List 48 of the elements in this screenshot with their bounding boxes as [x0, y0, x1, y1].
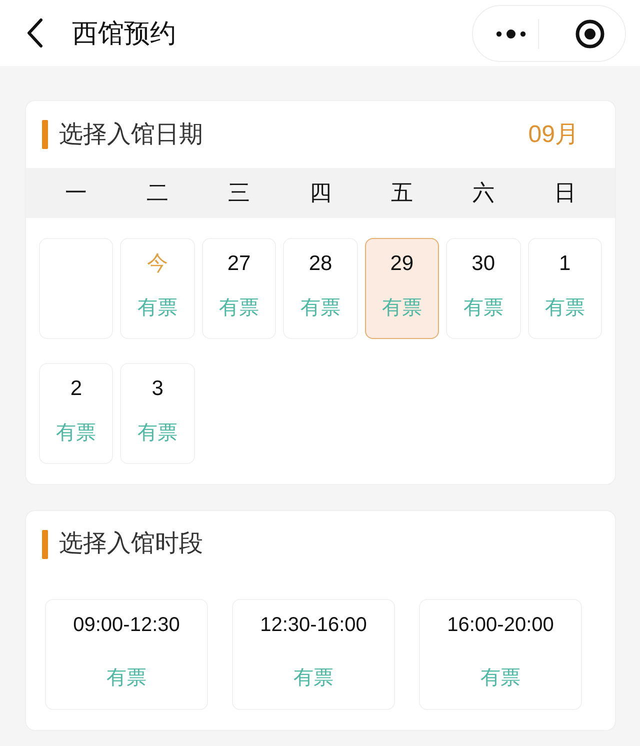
day-number: 3 [152, 376, 164, 402]
day-number: 1 [558, 251, 571, 277]
more-icon[interactable] [496, 28, 526, 38]
section-title: 选择入馆日期 [59, 120, 203, 150]
date-cell[interactable]: 27 有票 [202, 238, 276, 339]
time-range: 09:00-12:30 [73, 613, 180, 638]
target-icon[interactable] [575, 18, 605, 48]
weekday-label: 二 [146, 179, 169, 207]
ticket-status: 有票 [480, 666, 520, 691]
accent-bar [42, 120, 48, 149]
date-cell[interactable]: 2 有票 [39, 363, 114, 464]
weekday-label: 日 [554, 179, 576, 207]
ticket-status: 有票 [138, 296, 178, 321]
time-slot[interactable]: 16:00-20:00 有票 [419, 599, 582, 710]
weekday-label: 六 [472, 179, 494, 207]
date-cell[interactable]: 29 有票 [364, 238, 440, 339]
day-number: 29 [390, 251, 414, 277]
weekday-label: 一 [65, 179, 88, 207]
weekday-label: 三 [228, 179, 250, 207]
day-number: 今 [147, 251, 168, 277]
ticket-status: 有票 [56, 421, 96, 446]
ticket-status: 有票 [294, 666, 334, 691]
day-number: 2 [70, 376, 82, 402]
ticket-status: 有票 [219, 296, 260, 321]
weekday-label: 五 [390, 179, 413, 207]
date-cell[interactable]: 1 有票 [528, 238, 602, 339]
time-range: 16:00-20:00 [447, 613, 554, 638]
month-label: 09月 [528, 120, 579, 150]
day-number: 28 [308, 251, 332, 277]
ticket-status: 有票 [300, 296, 340, 321]
weekday-label: 四 [309, 179, 332, 207]
section-title: 选择入馆时段 [59, 529, 203, 559]
date-cell[interactable]: 28 有票 [283, 238, 358, 339]
page-title: 西馆预约 [72, 17, 176, 50]
day-number: 27 [227, 251, 251, 277]
date-cell[interactable]: 30 有票 [446, 238, 521, 339]
ticket-status: 有票 [463, 296, 504, 321]
ticket-status: 有票 [544, 296, 585, 321]
ticket-status: 有票 [138, 421, 178, 446]
time-slot[interactable]: 12:30-16:00 有票 [232, 599, 395, 710]
day-number: 30 [472, 251, 496, 277]
date-cell[interactable]: 3 有票 [120, 363, 195, 464]
time-slot[interactable]: 09:00-12:30 有票 [45, 599, 208, 710]
ticket-status: 有票 [106, 666, 146, 691]
back-icon[interactable] [25, 18, 45, 48]
ticket-status: 有票 [382, 296, 422, 321]
time-range: 12:30-16:00 [260, 613, 367, 638]
accent-bar [42, 530, 48, 558]
